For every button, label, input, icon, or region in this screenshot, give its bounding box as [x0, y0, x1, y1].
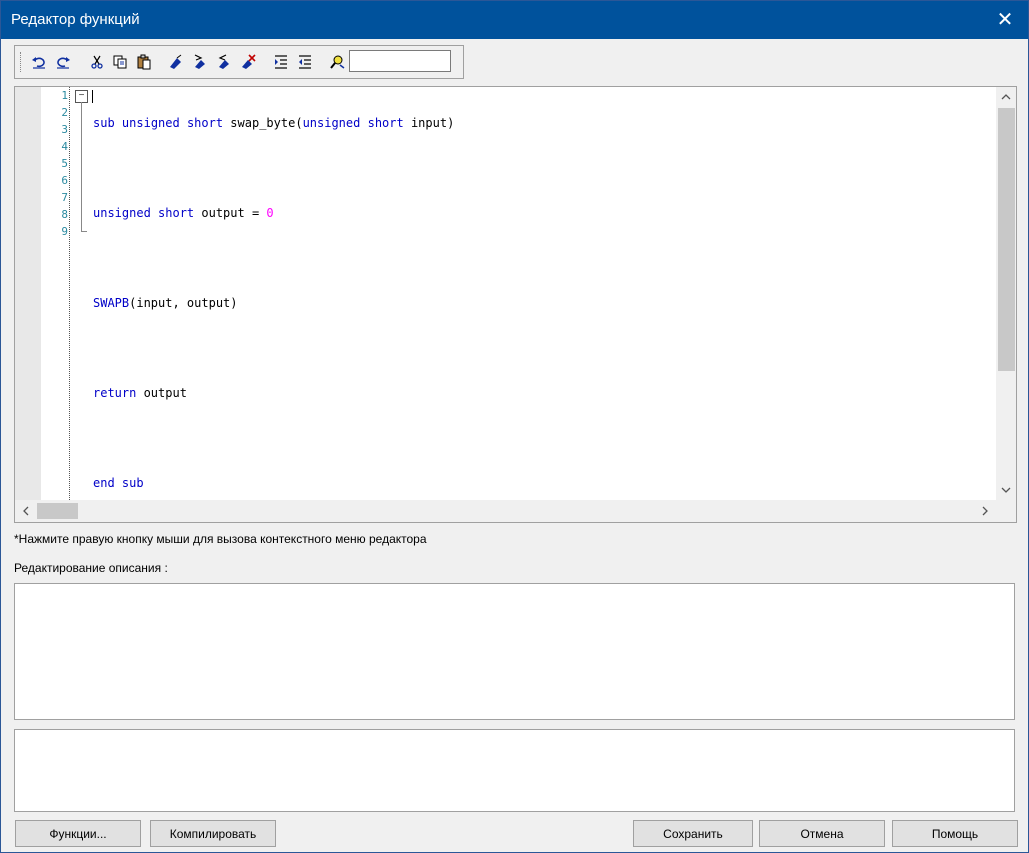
- editor-toolbar: [14, 45, 464, 79]
- bookmark-prev-icon[interactable]: [214, 52, 234, 72]
- cancel-button[interactable]: Отмена: [759, 820, 885, 847]
- cut-icon[interactable]: [87, 52, 107, 72]
- code-line-3: unsigned short output = 0: [93, 206, 274, 220]
- code-editor[interactable]: 1 2 3 4 5 6 7 8 9 − sub unsigned short s…: [14, 86, 1017, 523]
- line-number-gutter: 1 2 3 4 5 6 7 8 9: [41, 87, 69, 240]
- line-number: 8: [61, 208, 68, 221]
- code-line-1: sub unsigned short swap_byte(unsigned sh…: [93, 116, 455, 130]
- toolbar-grip[interactable]: [20, 52, 23, 72]
- chevron-down-icon[interactable]: [996, 480, 1016, 500]
- compile-button[interactable]: Компилировать: [150, 820, 276, 847]
- horizontal-scrollbar[interactable]: [15, 500, 996, 522]
- help-button[interactable]: Помощь: [892, 820, 1018, 847]
- line-number: 1: [61, 89, 68, 102]
- output-textarea[interactable]: [14, 729, 1015, 812]
- code-line-5: SWAPB(input, output): [93, 296, 238, 310]
- fold-end: [81, 231, 87, 232]
- bookmark-margin[interactable]: [15, 87, 41, 500]
- line-number: 2: [61, 106, 68, 119]
- paste-icon[interactable]: [134, 52, 154, 72]
- code-line-9: end sub: [93, 476, 144, 490]
- gutter-separator: [69, 87, 70, 500]
- bookmark-clear-icon[interactable]: [238, 52, 258, 72]
- scrollbar-corner: [996, 500, 1016, 522]
- description-textarea[interactable]: [14, 583, 1015, 720]
- vertical-scroll-thumb[interactable]: [998, 108, 1015, 371]
- code-area[interactable]: sub unsigned short swap_byte(unsigned sh…: [93, 87, 454, 520]
- description-label: Редактирование описания :: [14, 561, 168, 575]
- bookmark-toggle-icon[interactable]: [166, 52, 186, 72]
- context-menu-hint: *Нажмите правую кнопку мыши для вызова к…: [14, 532, 427, 546]
- chevron-left-icon[interactable]: [16, 501, 36, 521]
- undo-icon[interactable]: [29, 52, 49, 72]
- toolbar-search-input[interactable]: [349, 50, 451, 72]
- close-icon[interactable]: ✕: [982, 1, 1028, 39]
- line-number: 6: [61, 174, 68, 187]
- function-editor-window: Редактор функций ✕ 1 2 3 4 5 6 7 8 9 − s…: [0, 0, 1029, 853]
- vertical-scrollbar[interactable]: [996, 87, 1016, 500]
- line-number: 9: [61, 225, 68, 238]
- chevron-right-icon[interactable]: [975, 501, 995, 521]
- chevron-up-icon[interactable]: [996, 87, 1016, 107]
- indent-icon[interactable]: [271, 52, 291, 72]
- title-bar: Редактор функций ✕: [1, 1, 1028, 39]
- line-number: 5: [61, 157, 68, 170]
- window-title: Редактор функций: [11, 11, 140, 28]
- copy-icon[interactable]: [110, 52, 130, 72]
- save-button[interactable]: Сохранить: [633, 820, 753, 847]
- redo-icon[interactable]: [53, 52, 73, 72]
- line-number: 4: [61, 140, 68, 153]
- outdent-icon[interactable]: [295, 52, 315, 72]
- fold-line: [81, 102, 82, 231]
- bookmark-next-icon[interactable]: [190, 52, 210, 72]
- find-icon[interactable]: [327, 52, 347, 72]
- code-line-7: return output: [93, 386, 187, 400]
- line-number: 3: [61, 123, 68, 136]
- line-number: 7: [61, 191, 68, 204]
- horizontal-scroll-thumb[interactable]: [37, 503, 78, 519]
- functions-button[interactable]: Функции...: [15, 820, 141, 847]
